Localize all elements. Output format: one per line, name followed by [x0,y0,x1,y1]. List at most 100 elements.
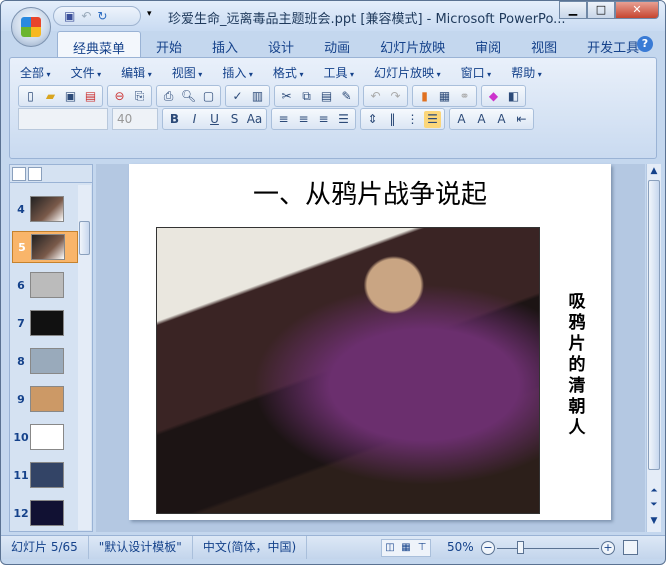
slide-thumbnail[interactable]: 10 [12,421,78,453]
undo-icon[interactable]: ↶ [367,88,384,105]
slide-thumbnail[interactable]: 12 [12,497,78,529]
menu-help[interactable]: 帮助 [511,64,542,81]
outline-tab[interactable] [28,167,42,181]
zoom-out-icon[interactable]: − [481,541,495,555]
copy-icon[interactable]: ⧉ [298,88,315,105]
menu-view[interactable]: 视图 [172,64,203,81]
tab-slideshow[interactable]: 幻灯片放映 [365,31,460,58]
close-button[interactable]: ✕ [615,1,659,19]
slide-title[interactable]: 一、从鸦片战争说起 [129,174,611,211]
slide-thumbnail[interactable]: 11 [12,459,78,491]
permission-icon[interactable]: ▤ [82,88,99,105]
new-icon[interactable]: ▯ [22,88,39,105]
redo-icon[interactable]: ↻ [97,9,107,23]
slide-thumbnail[interactable]: 4 [12,193,78,225]
underline-icon[interactable]: U [206,111,223,128]
save-icon[interactable]: ▣ [62,88,79,105]
grayscale-icon[interactable]: ◧ [505,88,522,105]
justify-icon[interactable]: ☰ [335,111,352,128]
fit-to-window-icon[interactable] [623,540,638,555]
spelling-icon[interactable]: ✓ [229,88,246,105]
frame-icon[interactable]: ▢ [200,88,217,105]
tab-animation[interactable]: 动画 [309,31,365,58]
menu-file[interactable]: 文件 [71,64,102,81]
tab-insert[interactable]: 插入 [197,31,253,58]
slide-thumbnail[interactable]: 6 [12,269,78,301]
scroll-down-icon[interactable]: ▼ [647,516,661,528]
undo-icon[interactable]: ↶ [81,9,91,23]
bold-icon[interactable]: B [166,111,183,128]
minimize-button[interactable]: ▁ [559,1,587,19]
slideshow-icon[interactable]: ⊤ [414,540,430,556]
attach-icon[interactable]: ⎘ [131,88,148,105]
menu-insert[interactable]: 插入 [222,64,253,81]
menu-slideshow[interactable]: 幻灯片放映 [374,64,441,81]
tab-classic-menu[interactable]: 经典菜单 [57,31,142,58]
opium-smoker-photo[interactable] [156,227,540,514]
vertical-scrollbar[interactable]: ▲ ⏶ ⏷ ▼ [646,164,661,532]
open-icon[interactable]: ▰ [42,88,59,105]
color-scheme-icon[interactable]: ◆ [485,88,502,105]
text-direction-icon[interactable]: ⇕ [364,111,381,128]
slide-thumbnail[interactable]: 8 [12,345,78,377]
print-preview-icon[interactable]: 🔍︎ [180,88,197,105]
no-entry-icon[interactable]: ⊖ [111,88,128,105]
qat-customize-icon[interactable]: ▾ [147,9,152,19]
numbering-icon[interactable]: ⋮ [404,111,421,128]
help-icon[interactable]: ? [637,36,653,52]
menu-window[interactable]: 窗口 [461,64,492,81]
font-name-combo[interactable] [18,108,108,130]
menu-edit[interactable]: 编辑 [121,64,152,81]
slide-caption[interactable]: 吸鸦片的清朝人 [567,292,587,439]
print-icon[interactable]: ⎙ [160,88,177,105]
zoom-in-icon[interactable]: + [601,541,615,555]
shadow-icon[interactable]: S [226,111,243,128]
paste-icon[interactable]: ▤ [318,88,335,105]
save-icon[interactable]: ▣ [64,9,75,23]
slide-sorter-icon[interactable]: ▦ [398,540,414,556]
zoom-slider[interactable]: − + [481,540,615,556]
chart-icon[interactable]: ▮ [416,88,433,105]
menu-format[interactable]: 格式 [273,64,304,81]
tab-home[interactable]: 开始 [141,31,197,58]
slide-thumbnail[interactable]: 9 [12,383,78,415]
format-painter-icon[interactable]: ✎ [338,88,355,105]
font-size-combo[interactable]: 40 [112,108,158,130]
language[interactable]: 中文(简体，中国) [193,536,308,559]
change-case-icon[interactable]: Aa [246,111,263,128]
maximize-button[interactable]: □ [587,1,615,19]
zoom-level[interactable]: 50% [447,540,474,554]
office-button[interactable] [11,7,51,47]
menu-tools[interactable]: 工具 [323,64,354,81]
previous-slide-icon[interactable]: ⏶ [647,486,661,498]
tab-design[interactable]: 设计 [253,31,309,58]
grow-font-icon[interactable]: A [473,111,490,128]
slide-thumbnail-selected[interactable]: 5 [12,231,78,263]
bullets-icon[interactable]: ☰ [424,110,441,128]
shrink-font-icon[interactable]: A [493,111,510,128]
tab-review[interactable]: 审阅 [460,31,516,58]
line-spacing-icon[interactable]: ‖ [384,111,401,128]
table-icon[interactable]: ▦ [436,88,453,105]
decrease-indent-icon[interactable]: ⇤ [513,111,530,128]
theme-name[interactable]: "默认设计模板" [89,536,193,559]
menu-all[interactable]: 全部 [20,64,51,81]
slides-pane-scrollbar[interactable] [78,185,91,530]
slides-tab[interactable] [12,167,26,181]
normal-view-icon[interactable]: ◫ [382,540,398,556]
slide-canvas[interactable]: 一、从鸦片战争说起 吸鸦片的清朝人 [129,164,611,520]
redo-icon[interactable]: ↷ [387,88,404,105]
research-icon[interactable]: ▥ [249,88,266,105]
slide-thumbnail[interactable]: 7 [12,307,78,339]
align-left-icon[interactable]: ≡ [275,111,292,128]
align-right-icon[interactable]: ≡ [315,111,332,128]
font-color-icon[interactable]: A [453,111,470,128]
next-slide-icon[interactable]: ⏷ [647,500,661,512]
hyperlink-icon[interactable]: ⚭ [456,88,473,105]
zoom-slider-thumb[interactable] [517,541,524,554]
scroll-up-icon[interactable]: ▲ [647,166,661,178]
align-center-icon[interactable]: ≡ [295,111,312,128]
tab-view[interactable]: 视图 [516,31,572,58]
cut-icon[interactable]: ✂ [278,88,295,105]
italic-icon[interactable]: I [186,111,203,128]
